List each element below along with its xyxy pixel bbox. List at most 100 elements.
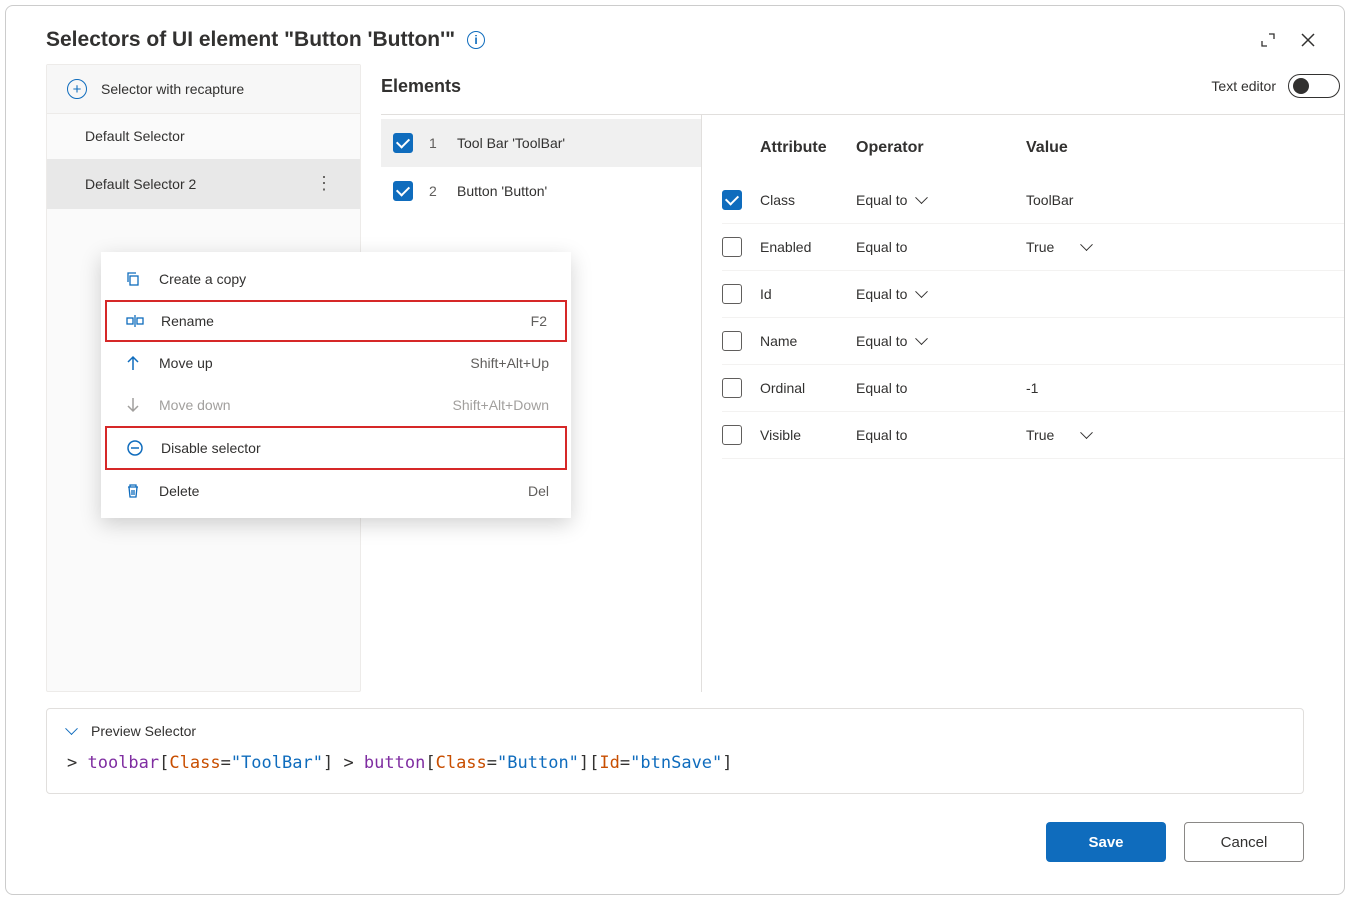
chevron-down-icon bbox=[1082, 431, 1094, 439]
menu-item-rename[interactable]: Rename F2 bbox=[105, 300, 567, 342]
dialog-title: Selectors of UI element "Button 'Button'… bbox=[46, 28, 455, 52]
menu-item-shortcut: Shift+Alt+Down bbox=[453, 397, 550, 413]
menu-item-disable[interactable]: Disable selector bbox=[105, 426, 567, 470]
operator-value: Equal to bbox=[856, 380, 907, 396]
attribute-name: Name bbox=[760, 333, 856, 349]
col-attribute: Attribute bbox=[760, 139, 856, 157]
operator-value: Equal to bbox=[856, 427, 907, 443]
dialog-header: Selectors of UI element "Button 'Button'… bbox=[6, 6, 1344, 64]
operator-value: Equal to bbox=[856, 286, 907, 302]
rename-icon bbox=[125, 314, 145, 328]
text-editor-label: Text editor bbox=[1211, 78, 1276, 94]
selector-editor-dialog: Selectors of UI element "Button 'Button'… bbox=[5, 5, 1345, 895]
selector-context-menu: Create a copy Rename F2 Move up Shift+Al… bbox=[101, 252, 571, 518]
add-selector-label: Selector with recapture bbox=[101, 81, 244, 97]
cancel-button[interactable]: Cancel bbox=[1184, 822, 1304, 862]
menu-item-down: Move down Shift+Alt+Down bbox=[101, 384, 571, 426]
attribute-row: Name Equal to bbox=[722, 318, 1344, 365]
element-checkbox[interactable] bbox=[393, 133, 413, 153]
add-selector-button[interactable]: + Selector with recapture bbox=[47, 65, 360, 114]
attribute-name: Ordinal bbox=[760, 380, 856, 396]
plus-icon: + bbox=[67, 79, 87, 99]
expand-icon[interactable] bbox=[1260, 32, 1276, 48]
selector-item-label: Default Selector bbox=[85, 128, 185, 144]
value-cell[interactable]: ToolBar bbox=[1026, 192, 1344, 208]
element-checkbox[interactable] bbox=[393, 181, 413, 201]
element-label: Tool Bar 'ToolBar' bbox=[457, 135, 565, 151]
chevron-down-icon bbox=[917, 290, 929, 298]
col-operator: Operator bbox=[856, 139, 1026, 157]
menu-item-copy[interactable]: Create a copy bbox=[101, 258, 571, 300]
selector-list-item[interactable]: Default Selector bbox=[47, 114, 360, 159]
operator-dropdown[interactable]: Equal to bbox=[856, 333, 1026, 349]
attribute-row: Ordinal Equal to -1 bbox=[722, 365, 1344, 412]
attribute-checkbox[interactable] bbox=[722, 331, 742, 351]
menu-item-label: Disable selector bbox=[161, 440, 261, 456]
attribute-checkbox[interactable] bbox=[722, 284, 742, 304]
save-button[interactable]: Save bbox=[1046, 822, 1166, 862]
attribute-row: Id Equal to bbox=[722, 271, 1344, 318]
attribute-checkbox[interactable] bbox=[722, 237, 742, 257]
disable-icon bbox=[125, 439, 145, 457]
element-row[interactable]: 1 Tool Bar 'ToolBar' bbox=[381, 119, 701, 167]
selector-item-label: Default Selector 2 bbox=[85, 176, 196, 192]
menu-item-label: Move down bbox=[159, 397, 231, 413]
attribute-value: True bbox=[1026, 239, 1054, 255]
attribute-name: Id bbox=[760, 286, 856, 302]
element-row[interactable]: 2 Button 'Button' bbox=[381, 167, 701, 215]
menu-item-shortcut: F2 bbox=[531, 313, 547, 329]
operator-dropdown[interactable]: Equal to bbox=[856, 380, 1026, 396]
value-cell[interactable]: True bbox=[1026, 239, 1344, 255]
preview-toggle[interactable]: Preview Selector bbox=[67, 723, 1283, 739]
menu-item-shortcut: Del bbox=[528, 483, 549, 499]
value-cell[interactable]: True bbox=[1026, 427, 1344, 443]
operator-value: Equal to bbox=[856, 239, 907, 255]
element-index: 2 bbox=[429, 183, 441, 199]
attribute-value: -1 bbox=[1026, 380, 1038, 396]
attribute-name: Visible bbox=[760, 427, 856, 443]
attribute-value: ToolBar bbox=[1026, 192, 1073, 208]
menu-item-label: Rename bbox=[161, 313, 214, 329]
preview-selector-code: > toolbar[Class="ToolBar"] > button[Clas… bbox=[67, 753, 1283, 773]
info-icon[interactable]: i bbox=[467, 31, 485, 49]
chevron-down-icon bbox=[917, 196, 929, 204]
copy-icon bbox=[123, 271, 143, 287]
attributes-panel: . Attribute Operator Value Class Equal t… bbox=[701, 115, 1344, 692]
chevron-down-icon bbox=[917, 337, 929, 345]
close-icon[interactable] bbox=[1300, 32, 1316, 48]
value-cell[interactable]: -1 bbox=[1026, 380, 1344, 396]
attribute-name: Enabled bbox=[760, 239, 856, 255]
menu-item-label: Move up bbox=[159, 355, 213, 371]
chevron-down-icon bbox=[1082, 243, 1094, 251]
attribute-name: Class bbox=[760, 192, 856, 208]
elements-heading: Elements bbox=[381, 76, 461, 97]
menu-item-up[interactable]: Move up Shift+Alt+Up bbox=[101, 342, 571, 384]
up-icon bbox=[123, 355, 143, 371]
attribute-checkbox[interactable] bbox=[722, 378, 742, 398]
attribute-row: Class Equal to ToolBar bbox=[722, 177, 1344, 224]
operator-dropdown[interactable]: Equal to bbox=[856, 192, 1026, 208]
preview-title: Preview Selector bbox=[91, 723, 196, 739]
operator-dropdown[interactable]: Equal to bbox=[856, 286, 1026, 302]
element-label: Button 'Button' bbox=[457, 183, 547, 199]
menu-item-shortcut: Shift+Alt+Up bbox=[470, 355, 549, 371]
text-editor-toggle[interactable] bbox=[1288, 74, 1340, 98]
down-icon bbox=[123, 397, 143, 413]
selector-list-item[interactable]: Default Selector 2 ⋮ bbox=[47, 159, 360, 209]
attribute-row: Enabled Equal to True bbox=[722, 224, 1344, 271]
operator-value: Equal to bbox=[856, 333, 907, 349]
menu-item-delete[interactable]: Delete Del bbox=[101, 470, 571, 512]
element-index: 1 bbox=[429, 135, 441, 151]
menu-item-label: Delete bbox=[159, 483, 199, 499]
attribute-checkbox[interactable] bbox=[722, 425, 742, 445]
operator-dropdown[interactable]: Equal to bbox=[856, 239, 1026, 255]
preview-selector-panel: Preview Selector > toolbar[Class="ToolBa… bbox=[46, 708, 1304, 794]
operator-value: Equal to bbox=[856, 192, 907, 208]
delete-icon bbox=[123, 483, 143, 499]
attribute-row: Visible Equal to True bbox=[722, 412, 1344, 459]
attribute-value: True bbox=[1026, 427, 1054, 443]
more-icon[interactable]: ⋮ bbox=[309, 173, 340, 194]
menu-item-label: Create a copy bbox=[159, 271, 246, 287]
operator-dropdown[interactable]: Equal to bbox=[856, 427, 1026, 443]
attribute-checkbox[interactable] bbox=[722, 190, 742, 210]
